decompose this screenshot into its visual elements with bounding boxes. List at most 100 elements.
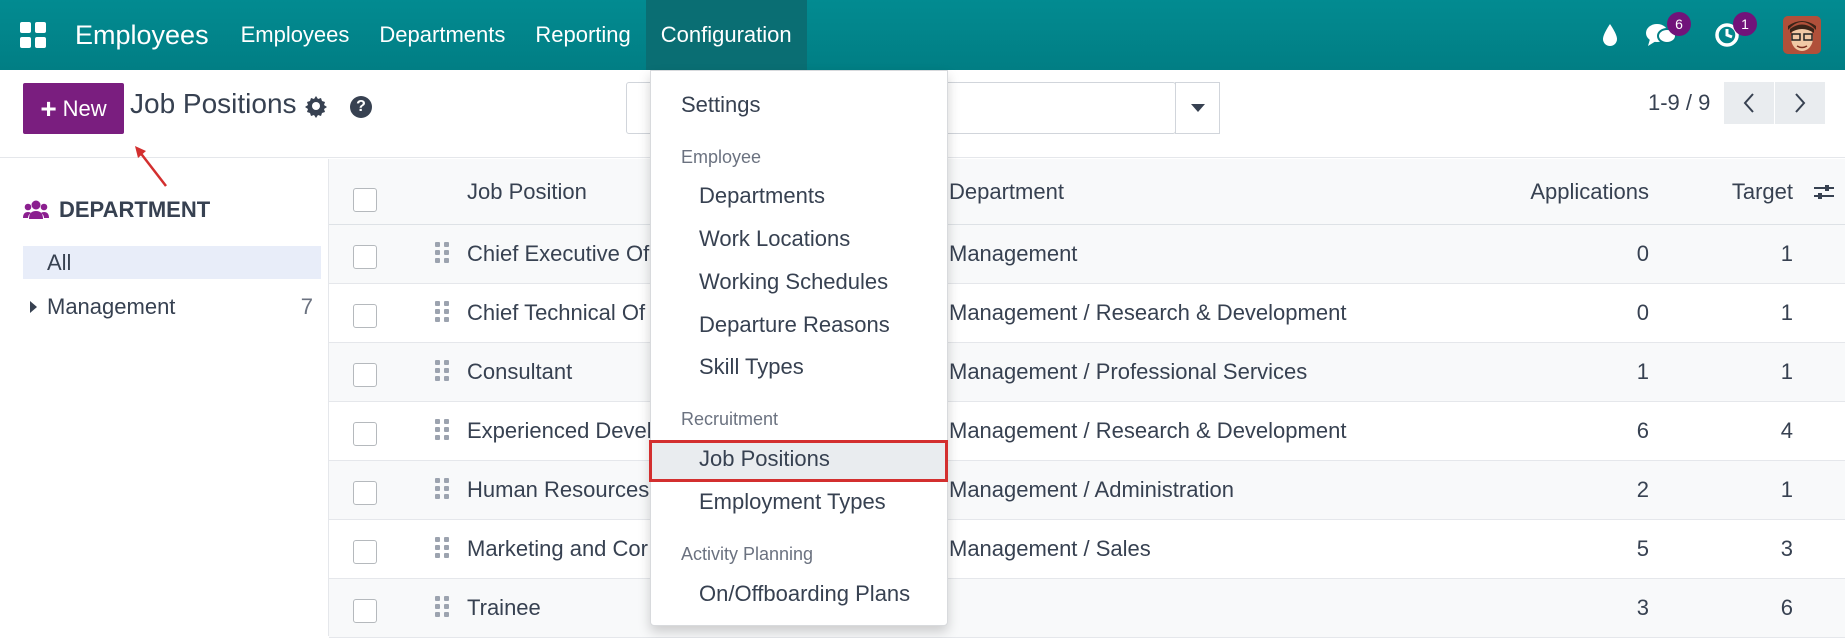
drag-handle-icon[interactable] xyxy=(435,537,449,559)
cell-job-position: Chief Technical Of xyxy=(467,300,646,325)
cell-target: 4 xyxy=(1780,418,1793,443)
optional-columns-icon[interactable] xyxy=(1813,181,1835,203)
cell-applications: 5 xyxy=(1636,536,1649,561)
table-row[interactable]: Human Resources Management / Administrat… xyxy=(329,461,1845,520)
cell-target: 1 xyxy=(1780,300,1793,325)
cell-target: 1 xyxy=(1780,477,1793,502)
drag-handle-icon[interactable] xyxy=(435,360,449,382)
table-header: Job Position Department Applications Tar… xyxy=(329,159,1845,225)
table-row[interactable]: Chief Executive Of Management 0 1 xyxy=(329,225,1845,284)
cell-job-position: Human Resources xyxy=(467,477,650,502)
cell-job-position: Consultant xyxy=(467,359,573,384)
department-side-panel: DEPARTMENT All Management 7 xyxy=(0,159,329,636)
cell-department: Management / Professional Services xyxy=(949,359,1308,384)
menu-configuration[interactable]: Configuration xyxy=(645,0,807,70)
menu-section-activity-planning: Activity Planning xyxy=(681,544,814,564)
new-button-label: New xyxy=(62,95,107,121)
menu-departments[interactable]: Departments xyxy=(364,0,520,70)
column-header-applications[interactable]: Applications xyxy=(1530,179,1649,205)
table-row[interactable]: Marketing and Cor Management / Sales 5 3 xyxy=(329,520,1845,579)
column-header-department[interactable]: Department xyxy=(949,179,1064,205)
row-checkbox[interactable] xyxy=(353,599,377,623)
table-row[interactable]: Experienced Devel Management / Research … xyxy=(329,402,1845,461)
new-button[interactable]: + New xyxy=(23,83,124,134)
cell-department: Management / Research & Development xyxy=(949,418,1347,443)
menu-reporting[interactable]: Reporting xyxy=(520,0,645,70)
menu-section-recruitment: Recruitment xyxy=(681,409,779,429)
side-item-label: Management xyxy=(47,294,176,319)
drag-handle-icon[interactable] xyxy=(435,478,449,500)
menu-item-work-locations[interactable]: Work Locations xyxy=(699,226,850,252)
expand-caret-icon[interactable] xyxy=(30,301,37,313)
side-panel-header: DEPARTMENT xyxy=(23,197,210,223)
column-header-job-position[interactable]: Job Position xyxy=(467,179,587,205)
menu-item-skill-types[interactable]: Skill Types xyxy=(699,354,804,380)
cell-applications: 2 xyxy=(1636,477,1649,502)
job-positions-table: Job Position Department Applications Tar… xyxy=(329,159,1845,638)
menu-item-departure-reasons[interactable]: Departure Reasons xyxy=(699,312,890,338)
drag-handle-icon[interactable] xyxy=(435,596,449,618)
drag-handle-icon[interactable] xyxy=(435,301,449,323)
activities-badge: 1 xyxy=(1733,12,1757,36)
row-checkbox[interactable] xyxy=(353,422,377,446)
cell-applications: 0 xyxy=(1636,300,1649,325)
cell-applications: 1 xyxy=(1636,359,1649,384)
plus-icon: + xyxy=(40,92,57,124)
cell-job-position: Experienced Devel xyxy=(467,418,652,443)
user-avatar[interactable] xyxy=(1783,16,1821,54)
row-checkbox[interactable] xyxy=(353,304,377,328)
row-checkbox[interactable] xyxy=(353,245,377,269)
search-options-toggle[interactable] xyxy=(1175,82,1220,134)
cell-job-position: Marketing and Cor xyxy=(467,536,648,561)
row-checkbox[interactable] xyxy=(353,363,377,387)
side-item-count: 7 xyxy=(300,294,313,319)
row-checkbox[interactable] xyxy=(353,540,377,564)
users-icon xyxy=(23,200,49,219)
menu-item-working-schedules[interactable]: Working Schedules xyxy=(699,269,888,295)
table-row[interactable]: Consultant Management / Professional Ser… xyxy=(329,343,1845,402)
cell-job-position: Trainee xyxy=(467,595,541,620)
column-header-target[interactable]: Target xyxy=(1732,179,1793,205)
menu-employees[interactable]: Employees xyxy=(226,0,365,70)
cell-department: Management / Research & Development xyxy=(949,300,1347,325)
menu-item-job-positions[interactable]: Job Positions xyxy=(699,446,830,472)
configuration-dropdown-menu: Settings Employee Departments Work Locat… xyxy=(649,70,948,626)
cell-target: 3 xyxy=(1780,536,1793,561)
menu-item-departments[interactable]: Departments xyxy=(699,183,825,209)
row-checkbox[interactable] xyxy=(353,481,377,505)
side-panel-title: DEPARTMENT xyxy=(59,197,211,222)
cell-target: 1 xyxy=(1780,241,1793,266)
cell-job-position: Chief Executive Of xyxy=(467,241,650,266)
drag-handle-icon[interactable] xyxy=(435,242,449,264)
cell-applications: 0 xyxy=(1636,241,1649,266)
gear-icon[interactable] xyxy=(304,94,328,118)
menu-item-onoffboarding-plans[interactable]: On/Offboarding Plans xyxy=(699,581,910,607)
cell-applications: 6 xyxy=(1636,418,1649,443)
side-item-management[interactable]: Management 7 xyxy=(23,292,313,322)
pager-next-button[interactable] xyxy=(1775,82,1825,124)
drag-handle-icon[interactable] xyxy=(435,419,449,441)
cell-department: Management xyxy=(949,241,1078,266)
pager-value[interactable]: 1-9 / 9 xyxy=(1648,90,1710,116)
side-item-label: All xyxy=(47,249,72,275)
help-icon[interactable]: ? xyxy=(350,96,372,118)
apps-menu-icon[interactable] xyxy=(20,22,46,48)
pager-previous-button[interactable] xyxy=(1724,82,1774,124)
messages-badge: 6 xyxy=(1667,12,1691,36)
cell-applications: 3 xyxy=(1636,595,1649,620)
app-name[interactable]: Employees xyxy=(75,20,209,51)
menu-section-employee: Employee xyxy=(681,147,762,167)
cell-department: Management / Administration xyxy=(949,477,1234,502)
select-all-checkbox[interactable] xyxy=(353,188,377,212)
caret-down-icon xyxy=(1190,104,1205,112)
page-title: Job Positions xyxy=(130,88,297,119)
table-row[interactable]: Chief Technical Of Management / Research… xyxy=(329,284,1845,343)
cell-target: 1 xyxy=(1780,359,1793,384)
table-row[interactable]: Trainee 3 6 xyxy=(329,579,1845,638)
debug-drop-icon[interactable] xyxy=(1600,0,1630,70)
cell-target: 6 xyxy=(1780,595,1793,620)
menu-item-employment-types[interactable]: Employment Types xyxy=(699,489,886,515)
top-navbar: Employees Employees Departments Reportin… xyxy=(0,0,1845,70)
side-item-all[interactable]: All xyxy=(23,246,321,279)
menu-item-settings[interactable]: Settings xyxy=(681,92,761,118)
